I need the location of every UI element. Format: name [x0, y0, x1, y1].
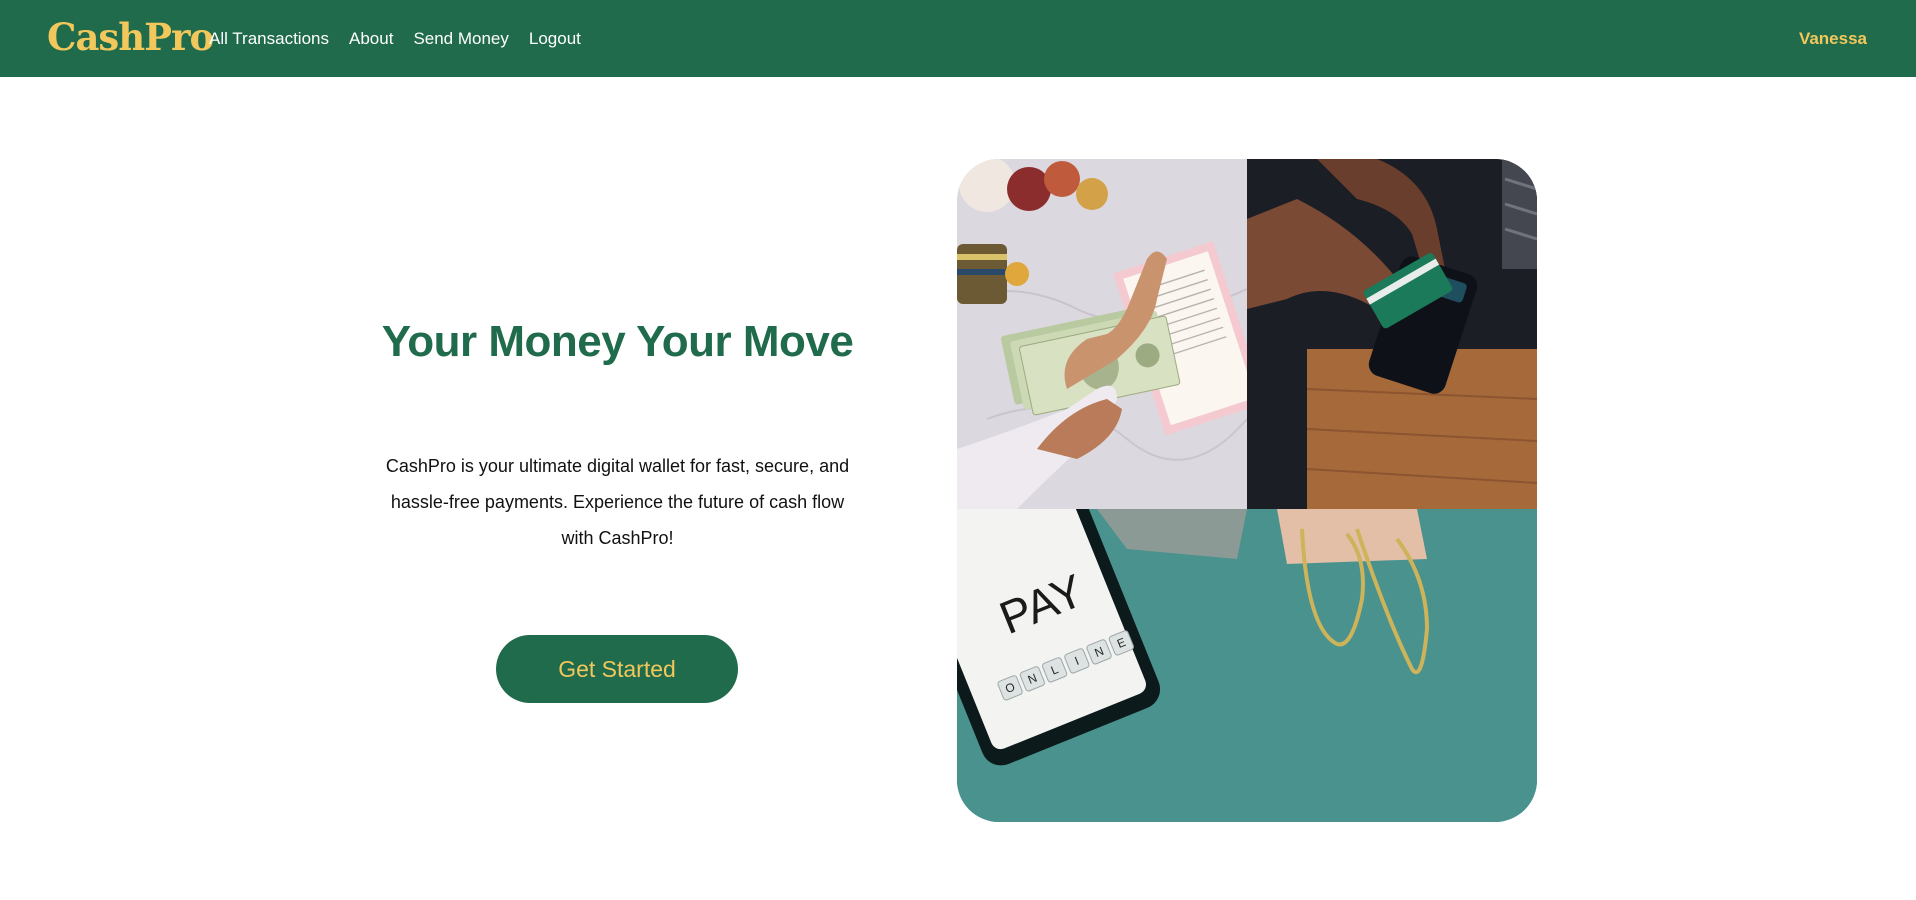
- hero-title: Your Money Your Move: [381, 317, 854, 366]
- hero-description: CashPro is your ultimate digital wallet …: [385, 456, 850, 548]
- get-started-button[interactable]: Get Started: [496, 635, 738, 703]
- top-navbar: CashPro All Transactions About Send Mone…: [0, 0, 1916, 77]
- nav-link-send-money[interactable]: Send Money: [413, 29, 508, 49]
- hero-section: Your Money Your Move CashPro is your ult…: [370, 300, 865, 556]
- cash-handoff-image: [957, 159, 1247, 509]
- pay-online-phone-image: PAY O N L I N E: [957, 509, 1537, 822]
- brand-logo[interactable]: CashPro: [47, 12, 214, 62]
- nav-link-logout[interactable]: Logout: [529, 29, 581, 49]
- user-name[interactable]: Vanessa: [1799, 0, 1867, 77]
- nav-link-about[interactable]: About: [349, 29, 393, 49]
- hero-image-collage: PAY O N L I N E: [957, 159, 1537, 822]
- nav-link-all-transactions[interactable]: All Transactions: [209, 29, 329, 49]
- card-payment-image: [1247, 159, 1537, 509]
- nav-links: All Transactions About Send Money Logout: [209, 0, 601, 77]
